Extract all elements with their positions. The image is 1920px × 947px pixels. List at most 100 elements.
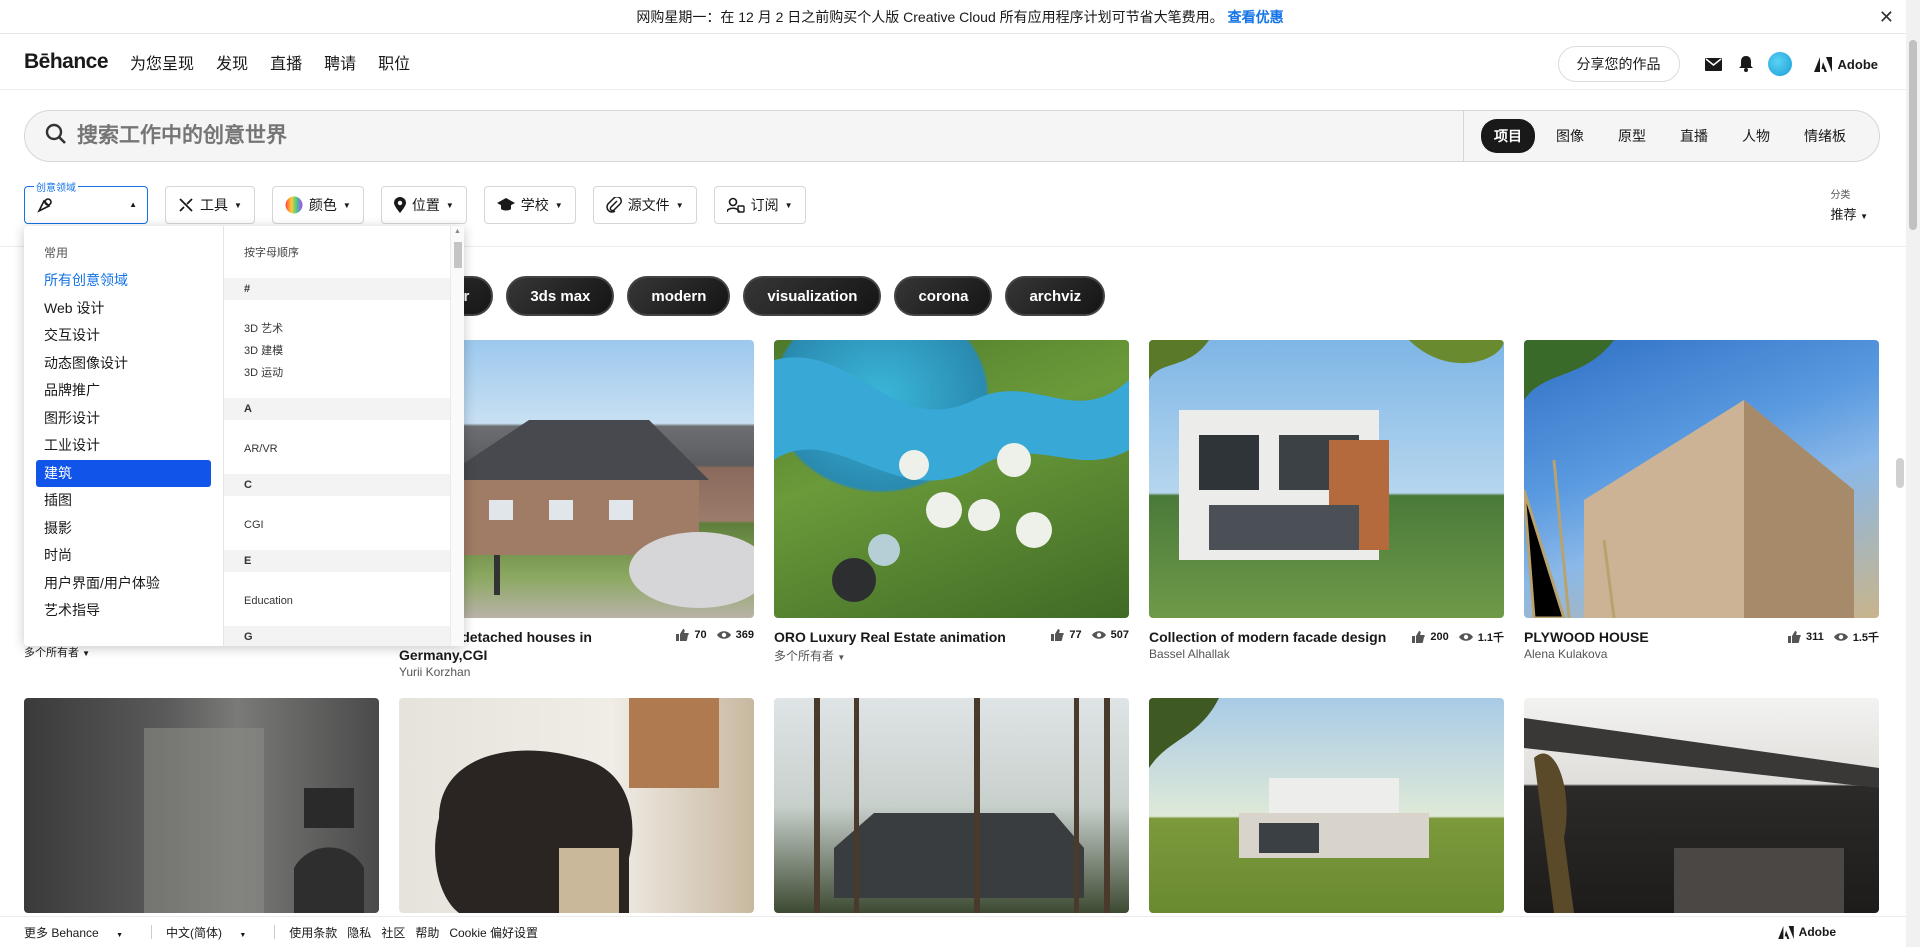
behance-logo[interactable]: Bēhance	[24, 50, 109, 74]
project-title[interactable]: Collection of modern facade design	[1149, 628, 1399, 646]
adobe-logo[interactable]: Adobe	[1777, 925, 1850, 939]
tag-pill[interactable]: 3ds max	[506, 276, 615, 316]
field-option[interactable]: Education	[244, 590, 444, 612]
footer-link-help[interactable]: 帮助	[415, 924, 439, 941]
project-owner[interactable]: Bassel Alhallak	[1149, 647, 1504, 661]
mail-icon[interactable]	[1704, 54, 1724, 74]
source-files-filter[interactable]: 源文件 ▼	[592, 186, 697, 224]
field-option[interactable]: 3D 艺术	[244, 318, 444, 340]
chevron-down-icon: ▼	[675, 200, 684, 210]
promo-link[interactable]: 查看优惠	[1228, 7, 1284, 27]
thumbs-up-icon	[1787, 631, 1801, 643]
project-owner[interactable]: Alena Kulakova	[1524, 647, 1879, 661]
more-behance-link[interactable]: 更多 Behance ▼	[24, 924, 137, 941]
filter-row: 创意领域 ▲ 工具 ▼ 颜色 ▼ 位置 ▼ 学校 ▼ 源文件 ▼ 订阅 ▼	[24, 179, 823, 224]
sort-selector[interactable]: 分类 推荐 ▼	[1830, 186, 1868, 223]
project-thumbnail[interactable]	[1149, 698, 1504, 913]
search-bar: 项目 图像 原型 直播 人物 情绪板	[24, 110, 1880, 162]
adobe-logo[interactable]: Adobe	[1813, 56, 1878, 72]
field-option[interactable]: 艺术指导	[36, 597, 211, 625]
tag-pill[interactable]: modern	[627, 276, 731, 316]
project-thumbnail[interactable]	[1149, 340, 1504, 618]
close-icon[interactable]: ✕	[1879, 7, 1894, 28]
sort-value[interactable]: 推荐 ▼	[1830, 204, 1868, 223]
project-thumbnail[interactable]	[1524, 340, 1879, 618]
scroll-thumb[interactable]	[454, 242, 462, 268]
tag-pill[interactable]: visualization	[743, 276, 882, 316]
language-select[interactable]: 中文(简体) ▼	[166, 924, 260, 941]
field-option[interactable]: 3D 运动	[244, 362, 444, 384]
nav-hire[interactable]: 聘请	[324, 50, 356, 74]
tab-livestreams[interactable]: 直播	[1667, 119, 1721, 153]
subscription-filter[interactable]: 订阅 ▼	[713, 186, 806, 224]
search-input[interactable]	[77, 124, 1463, 148]
school-filter[interactable]: 学校 ▼	[483, 186, 576, 224]
tools-label: 工具	[200, 197, 228, 213]
subscription-label: 订阅	[750, 197, 779, 213]
project-title[interactable]: ORO Luxury Real Estate animation	[774, 628, 1024, 646]
field-option[interactable]: 用户界面/用户体验	[36, 570, 211, 598]
project-thumbnail[interactable]	[1524, 698, 1879, 913]
footer-link-cookies[interactable]: Cookie 偏好设置	[449, 924, 538, 941]
tab-moodboards[interactable]: 情绪板	[1791, 119, 1859, 153]
avatar[interactable]	[1767, 52, 1792, 76]
chevron-down-icon: ▼	[234, 200, 242, 210]
project-card: Collection of modern facade design Basse…	[1149, 340, 1504, 661]
tools-filter[interactable]: 工具 ▼	[165, 186, 255, 224]
field-option[interactable]: 图形设计	[36, 405, 211, 433]
divider	[274, 925, 276, 939]
creative-field-select[interactable]: 创意领域 ▲	[24, 179, 148, 224]
field-option-selected[interactable]: 建筑	[36, 459, 211, 487]
scroll-up-icon[interactable]: ▲	[454, 228, 461, 235]
project-owner[interactable]: Yurii Korzhan	[399, 665, 754, 679]
project-thumbnail[interactable]	[399, 698, 754, 913]
tab-prototypes[interactable]: 原型	[1605, 119, 1659, 153]
location-label: 位置	[411, 197, 440, 213]
share-work-button[interactable]: 分享您的作品	[1557, 46, 1680, 82]
project-thumbnail[interactable]	[774, 698, 1129, 913]
project-thumbnail[interactable]	[24, 698, 379, 913]
project-stats: 70 369	[666, 629, 754, 641]
eye-icon	[716, 631, 731, 639]
color-filter[interactable]: 颜色 ▼	[271, 186, 364, 224]
tab-people[interactable]: 人物	[1729, 119, 1783, 153]
project-title[interactable]: PLYWOOD HOUSE	[1524, 628, 1774, 646]
field-option[interactable]: AR/VR	[244, 438, 444, 460]
project-owner[interactable]: 多个所有者 ▼	[774, 647, 1129, 664]
chevron-down-icon: ▼	[239, 931, 247, 939]
field-option[interactable]: 所有创意领域	[36, 267, 211, 295]
tab-projects[interactable]: 项目	[1481, 119, 1535, 153]
footer-link-terms[interactable]: 使用条款	[289, 924, 337, 941]
eye-icon	[1091, 631, 1106, 639]
project-owner[interactable]: 多个所有者 ▼	[24, 644, 90, 660]
project-stats: 311 1.5千	[1778, 629, 1879, 645]
tag-pill[interactable]: archviz	[1005, 276, 1106, 316]
field-option[interactable]: 摄影	[36, 515, 211, 543]
tag-pill[interactable]: corona	[894, 276, 993, 316]
bell-icon[interactable]	[1736, 54, 1756, 74]
field-option[interactable]: Web 设计	[36, 295, 211, 323]
promo-banner: 网购星期一：在 12 月 2 日之前购买个人版 Creative Cloud 所…	[0, 0, 1920, 34]
tab-images[interactable]: 图像	[1543, 119, 1597, 153]
project-thumbnail[interactable]	[774, 340, 1129, 618]
field-option[interactable]: 3D 建模	[244, 340, 444, 362]
location-filter[interactable]: 位置 ▼	[380, 186, 467, 224]
nav-discover[interactable]: 发现	[216, 50, 248, 74]
field-option[interactable]: CGI	[244, 514, 444, 536]
dropdown-scrollbar[interactable]: ▲	[450, 226, 464, 646]
nav-livestream[interactable]: 直播	[270, 50, 302, 74]
field-option[interactable]: 插图	[36, 487, 211, 515]
field-option[interactable]: 时尚	[36, 542, 211, 570]
page-scrollbar[interactable]	[1896, 0, 1920, 947]
field-option[interactable]: 动态图像设计	[36, 350, 211, 378]
project-info: Collection of modern facade design Basse…	[1149, 628, 1504, 661]
footer-link-privacy[interactable]: 隐私	[347, 924, 371, 941]
scroll-thumb[interactable]	[1909, 40, 1917, 230]
field-option[interactable]: 交互设计	[36, 322, 211, 350]
field-option[interactable]: 工业设计	[36, 432, 211, 460]
school-label: 学校	[520, 197, 549, 213]
field-option[interactable]: 品牌推广	[36, 377, 211, 405]
footer-link-community[interactable]: 社区	[381, 924, 405, 941]
nav-jobs[interactable]: 职位	[378, 50, 410, 74]
nav-for-you[interactable]: 为您呈现	[130, 50, 194, 74]
